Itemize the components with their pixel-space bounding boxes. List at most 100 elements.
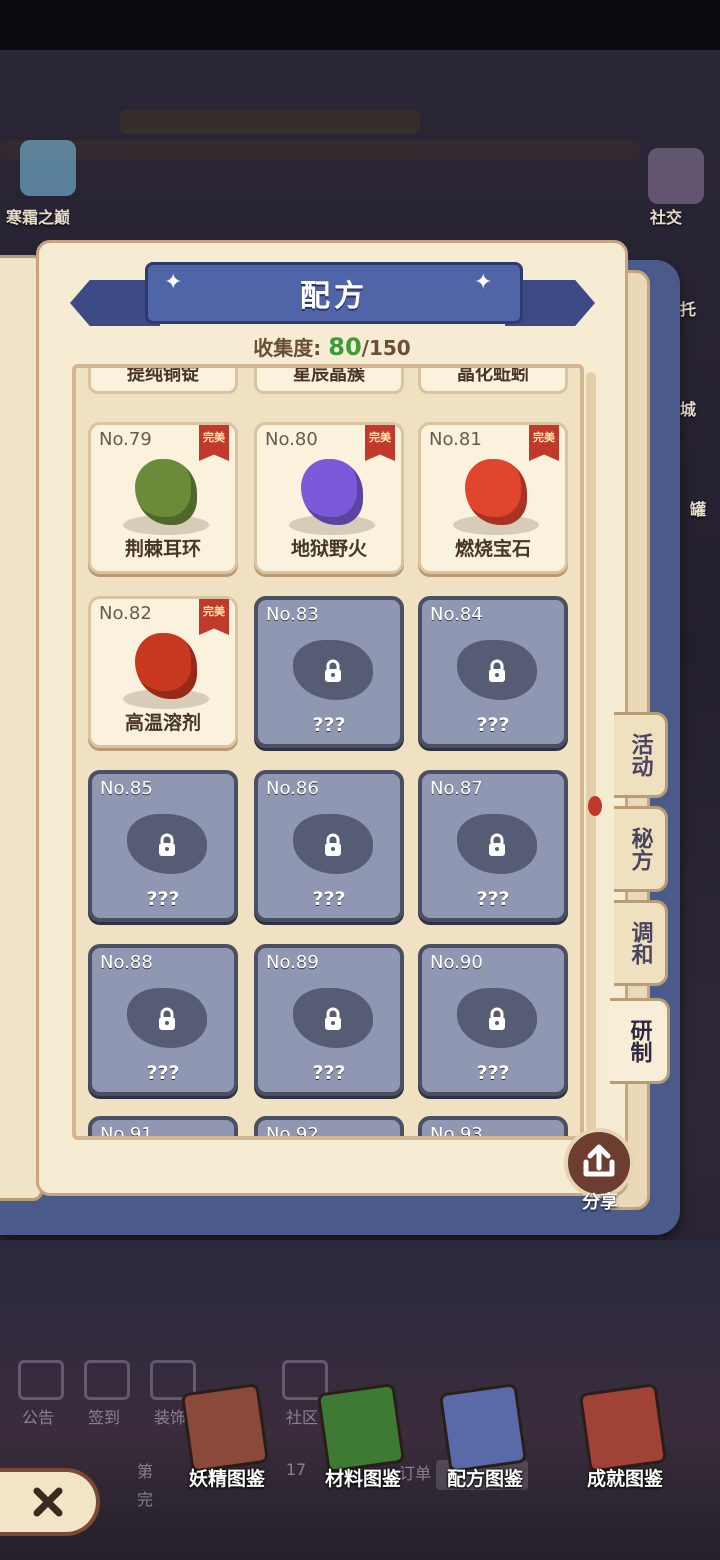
recipe-number: No.88 <box>100 952 153 973</box>
recipe-card-partial[interactable]: 提纯铜锭 <box>88 368 238 394</box>
sparkle-icon: ✦ <box>474 270 493 295</box>
background-shelf <box>0 140 640 160</box>
recipe-card-locked[interactable]: No.88??? <box>88 944 238 1096</box>
status-bar <box>0 0 720 50</box>
collection-count: 80 <box>328 333 362 361</box>
social-icon[interactable] <box>648 148 704 204</box>
perfect-badge: 完美 <box>365 425 395 461</box>
recipe-name: 燃烧宝石 <box>454 538 531 560</box>
recipe-name: ??? <box>146 888 180 910</box>
recipe-name: ??? <box>476 888 510 910</box>
perfect-badge: 完美 <box>199 425 229 461</box>
recipe-item-icon <box>135 633 197 699</box>
frost-peak-icon[interactable] <box>20 140 76 196</box>
lock-icon <box>325 659 341 682</box>
recipe-card-locked[interactable]: No.85??? <box>88 770 238 922</box>
guide-label: 材料图鉴 <box>324 1468 401 1490</box>
faded-text: 第 <box>136 1462 153 1481</box>
lock-icon <box>159 1007 175 1030</box>
recipe-name: ??? <box>312 714 346 736</box>
guide-label: 妖精图鉴 <box>188 1468 265 1490</box>
perfect-badge: 完美 <box>529 425 559 461</box>
announcement-icon <box>18 1360 64 1400</box>
recipe-book-icon <box>438 1382 528 1474</box>
recipe-card-partial[interactable]: 星辰晶簇 <box>254 368 404 394</box>
recipe-number: No.83 <box>266 604 319 625</box>
background-shelf <box>120 110 420 134</box>
tab-activity[interactable]: 活动 <box>614 712 668 798</box>
recipe-item-icon <box>465 459 527 525</box>
guide-label: 成就图鉴 <box>586 1468 663 1490</box>
perfect-badge: 完美 <box>199 599 229 635</box>
recipe-name: ??? <box>312 888 346 910</box>
recipe-number: No.91 <box>100 1124 153 1140</box>
recipe-card[interactable]: No.81 完美燃烧宝石 <box>418 422 568 574</box>
recipe-card[interactable]: No.82 完美高温溶剂 <box>88 596 238 748</box>
social-label: 社交 <box>650 208 683 227</box>
collection-progress: 收集度: 80/150 <box>0 332 664 361</box>
recipe-card-partial-bottom[interactable]: No.91 <box>88 1116 238 1140</box>
recipe-number: No.90 <box>430 952 483 973</box>
recipe-name: ??? <box>476 714 510 736</box>
close-icon <box>33 1487 63 1517</box>
recipe-name: ??? <box>146 1062 180 1084</box>
recipe-number: No.87 <box>430 778 483 799</box>
recipe-card-locked[interactable]: No.87??? <box>418 770 568 922</box>
lock-icon <box>325 833 341 856</box>
recipe-number: No.81 <box>429 429 482 450</box>
recipe-card-partial-bottom[interactable]: No.93 <box>418 1116 568 1140</box>
recipe-number: No.80 <box>265 429 318 450</box>
recipe-name: 地狱野火 <box>290 538 367 560</box>
recipe-card-locked[interactable]: No.90??? <box>418 944 568 1096</box>
recipe-name: ??? <box>476 1062 510 1084</box>
recipe-number: No.86 <box>266 778 319 799</box>
scroll-thumb[interactable] <box>588 796 602 816</box>
recipe-grid[interactable]: 提纯铜锭 星辰晶簇 晶化蚯蚓 No.79 完美 荆棘耳环 No.80 完美 地狱野火 No.… <box>72 364 584 1140</box>
lock-icon <box>489 1007 505 1030</box>
guide-label: 配方图鉴 <box>446 1468 523 1490</box>
tab-blend[interactable]: 调和 <box>614 900 668 986</box>
recipe-number: No.92 <box>266 1124 319 1140</box>
tab-research[interactable]: 研制 <box>610 998 670 1084</box>
recipe-card-partial-bottom[interactable]: No.92 <box>254 1116 404 1140</box>
frost-peak-label: 寒霜之巅 <box>6 208 71 227</box>
recipe-number: No.84 <box>430 604 483 625</box>
fairy-book-icon <box>180 1382 270 1474</box>
recipe-card-partial[interactable]: 晶化蚯蚓 <box>418 368 568 394</box>
collection-label: 收集度: <box>253 336 322 360</box>
lock-icon <box>325 1007 341 1030</box>
recipe-card-locked[interactable]: No.86??? <box>254 770 404 922</box>
lock-icon <box>489 833 505 856</box>
recipe-card-locked[interactable]: No.83??? <box>254 596 404 748</box>
side-label-1: 托 <box>680 300 697 319</box>
recipe-name: 高温溶剂 <box>124 712 201 734</box>
recipe-card[interactable]: No.80 完美地狱野火 <box>254 422 404 574</box>
scrollbar[interactable] <box>586 372 596 1132</box>
recipe-number: No.85 <box>100 778 153 799</box>
side-label-3: 罐 <box>690 500 707 519</box>
material-book-icon <box>316 1382 406 1474</box>
faded-nav-label: 签到 <box>87 1408 120 1427</box>
lock-icon <box>489 659 505 682</box>
recipe-item-icon <box>135 459 197 525</box>
tab-secret-recipe[interactable]: 秘方 <box>614 806 668 892</box>
share-icon <box>583 1144 615 1177</box>
recipe-card-locked[interactable]: No.84??? <box>418 596 568 748</box>
recipe-item-icon <box>301 459 363 525</box>
recipe-card-locked[interactable]: No.89??? <box>254 944 404 1096</box>
recipe-number: No.82 <box>99 603 152 624</box>
recipe-number: No.93 <box>430 1124 483 1140</box>
recipe-number: No.89 <box>266 952 319 973</box>
recipe-name: ??? <box>312 1062 346 1084</box>
faded-text: 完 <box>136 1490 153 1509</box>
collection-total: /150 <box>361 336 411 360</box>
close-button[interactable] <box>0 1468 100 1536</box>
sparkle-icon: ✦ <box>164 270 183 295</box>
share-label: 分享 <box>582 1192 618 1213</box>
checkin-icon <box>84 1360 130 1400</box>
recipe-name: 荆棘耳环 <box>124 538 201 560</box>
lock-icon <box>159 833 175 856</box>
achievement-book-icon <box>578 1382 668 1474</box>
recipe-card[interactable]: No.79 完美 荆棘耳环 <box>88 422 238 574</box>
title-ribbon: 配方 <box>145 262 523 324</box>
